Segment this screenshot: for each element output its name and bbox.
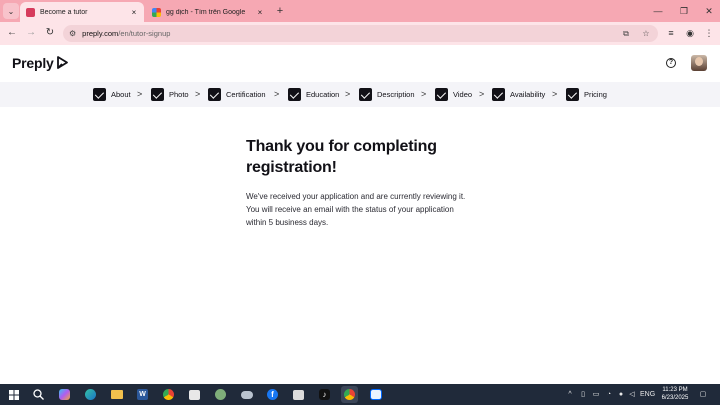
preply-favicon-icon xyxy=(26,7,35,17)
tab-title: gg dịch - Tìm trên Google xyxy=(166,8,246,16)
restore-button[interactable]: ❐ xyxy=(677,4,691,18)
system-clock[interactable]: 11:23 PM 6/23/2025 xyxy=(656,386,694,402)
chevron-right-icon: > xyxy=(421,89,427,99)
notification-icon[interactable]: ▢ xyxy=(698,387,708,402)
chevron-right-icon: > xyxy=(345,89,351,99)
signup-steps-bar: About > Photo > Certification > Educatio… xyxy=(0,82,720,107)
step-pricing[interactable]: Pricing xyxy=(566,87,607,102)
translate-icon[interactable]: ⧉ xyxy=(619,25,633,42)
edge-icon[interactable] xyxy=(82,386,99,403)
bookmark-star-icon[interactable]: ☆ xyxy=(639,25,653,42)
tiktok-icon[interactable]: ♪ xyxy=(316,386,333,403)
page-title: Thank you for completing registration! xyxy=(246,138,437,176)
chrome-active-icon[interactable] xyxy=(341,386,358,403)
step-label: Photo xyxy=(169,90,189,99)
chevron-right-icon: > xyxy=(274,89,280,99)
tab-become-a-tutor[interactable]: Become a tutor × xyxy=(20,2,144,22)
close-window-button[interactable]: ✕ xyxy=(702,4,716,18)
help-icon[interactable]: ? xyxy=(666,58,676,68)
forward-arrow-icon[interactable]: → xyxy=(24,26,38,40)
language-indicator[interactable]: ENG xyxy=(640,387,655,402)
media-controls-icon[interactable]: ≡ xyxy=(664,26,678,40)
copilot-icon[interactable] xyxy=(56,386,73,403)
step-availability[interactable]: Availability xyxy=(492,87,545,102)
more-menu-icon[interactable]: ⋮ xyxy=(702,26,716,40)
step-education[interactable]: Education xyxy=(288,87,339,102)
step-photo[interactable]: Photo xyxy=(151,87,189,102)
url-path: /en/tutor-signup xyxy=(118,29,171,38)
site-info-icon[interactable]: ⚙ xyxy=(69,29,76,38)
avatar[interactable] xyxy=(691,55,707,71)
chevron-right-icon: > xyxy=(137,89,143,99)
step-label: Video xyxy=(453,90,473,99)
facebook-icon[interactable]: f xyxy=(264,386,281,403)
step-label: Description xyxy=(377,90,415,99)
file-explorer-icon[interactable] xyxy=(108,386,125,403)
preply-logo[interactable]: Preply xyxy=(12,55,69,71)
step-video[interactable]: Video xyxy=(435,87,472,102)
app-icon[interactable] xyxy=(238,386,255,403)
volume-icon[interactable]: ◁ xyxy=(627,387,637,402)
checkmark-icon xyxy=(208,88,221,101)
tab-close-button[interactable]: × xyxy=(128,8,140,17)
step-certification[interactable]: Certification xyxy=(208,87,266,102)
tab-google-search[interactable]: gg dịch - Tìm trên Google × xyxy=(148,2,270,22)
minimize-button[interactable]: — xyxy=(651,4,665,18)
google-favicon-icon xyxy=(152,7,161,17)
chevron-up-icon[interactable]: ^ xyxy=(566,387,574,402)
checkmark-icon xyxy=(288,88,301,101)
clock-date: 6/23/2025 xyxy=(661,395,689,401)
windows-taskbar: W f ♪ ^ ▯ ▭ ◔ ● ◁ ENG 11:23 PM 6/23/2025… xyxy=(0,384,720,405)
preply-logo-mark-icon xyxy=(56,56,68,69)
store-icon[interactable] xyxy=(186,386,203,403)
address-bar[interactable]: ⚙ preply.com/en/tutor-signup ⧉ ☆ xyxy=(63,25,658,42)
windows-start-icon[interactable] xyxy=(5,386,22,403)
browser-tab-strip: ⌄ Become a tutor × gg dịch - Tìm trên Go… xyxy=(0,0,720,22)
chevron-right-icon: > xyxy=(195,89,201,99)
clock-time: 11:23 PM xyxy=(662,387,688,393)
back-arrow-icon[interactable]: ← xyxy=(5,26,19,40)
checkmark-icon xyxy=(359,88,372,101)
checkmark-icon xyxy=(93,88,106,101)
checkmark-icon xyxy=(492,88,505,101)
checkmark-icon xyxy=(151,88,164,101)
tab-search-button[interactable]: ⌄ xyxy=(3,3,19,19)
url-host: preply.com xyxy=(82,29,119,38)
step-label: About xyxy=(111,90,131,99)
reload-icon[interactable]: ↻ xyxy=(43,26,57,40)
confirmation-panel: Thank you for completing registration! W… xyxy=(246,136,486,229)
step-label: Availability xyxy=(510,90,546,99)
chevron-right-icon: > xyxy=(552,89,558,99)
network-icon[interactable]: ◔ xyxy=(604,387,614,402)
tray-app-icon[interactable]: ▯ xyxy=(578,387,588,402)
logo-text: Preply xyxy=(12,55,54,71)
checkmark-icon xyxy=(566,88,579,101)
step-label: Education xyxy=(306,90,340,99)
tab-close-button[interactable]: × xyxy=(254,8,266,17)
microphone-icon[interactable]: ● xyxy=(616,387,626,402)
chevron-down-icon: ⌄ xyxy=(7,6,15,16)
tab-title: Become a tutor xyxy=(40,8,88,16)
confirmation-message: We've received your application and are … xyxy=(246,192,466,227)
step-label: Pricing xyxy=(584,90,607,99)
battery-icon[interactable]: ▭ xyxy=(591,387,601,402)
chevron-right-icon: > xyxy=(479,89,485,99)
chrome-icon[interactable] xyxy=(160,386,177,403)
new-tab-button[interactable]: + xyxy=(274,4,286,18)
step-description[interactable]: Description xyxy=(359,87,415,102)
checkmark-icon xyxy=(435,88,448,101)
app-icon[interactable] xyxy=(212,386,229,403)
step-about[interactable]: About xyxy=(93,87,131,102)
photos-icon[interactable] xyxy=(290,386,307,403)
step-label: Certification xyxy=(226,90,266,99)
site-header: Preply ? xyxy=(0,45,720,82)
profile-icon[interactable]: ◉ xyxy=(683,26,697,40)
zalo-icon[interactable] xyxy=(367,386,384,403)
browser-toolbar: ← → ↻ ⚙ preply.com/en/tutor-signup ⧉ ☆ ≡… xyxy=(0,22,720,45)
search-icon[interactable] xyxy=(30,386,47,403)
word-icon[interactable]: W xyxy=(134,386,151,403)
